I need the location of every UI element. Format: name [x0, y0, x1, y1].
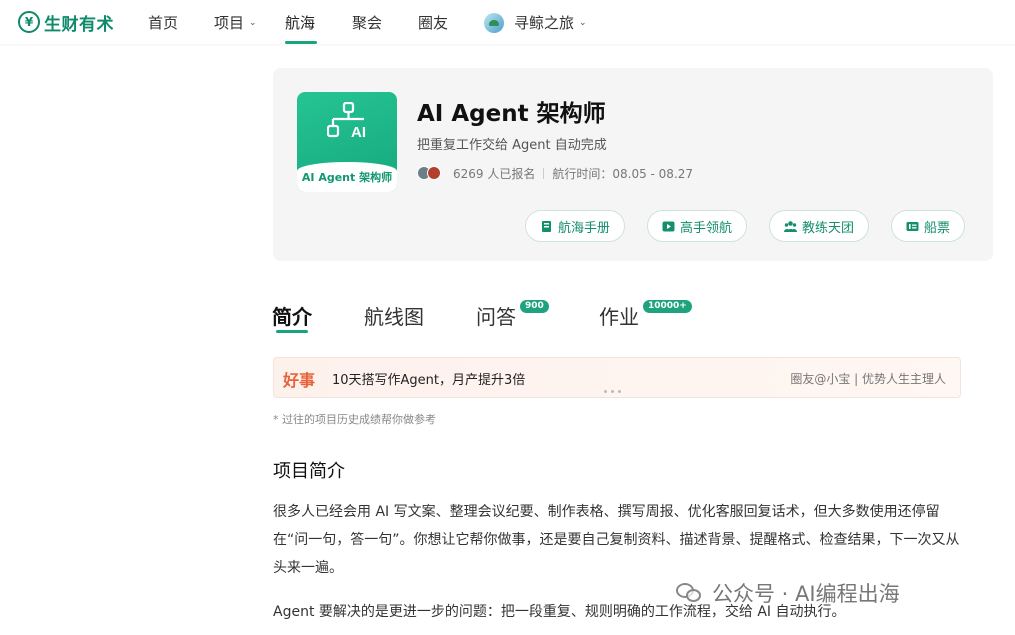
project-title: AI Agent 架构师 [417, 101, 606, 127]
coach-team-button-label: 教练天团 [802, 220, 855, 236]
avatar [427, 166, 441, 180]
tab-qa[interactable]: 问答 [476, 301, 516, 330]
watermark: 公众号 · AI编程出海 [676, 578, 900, 608]
nav-projects-label: 项目 [214, 14, 245, 32]
manual-button-label: 航海手册 [558, 220, 611, 236]
nav-home-label: 首页 [148, 14, 179, 32]
nav-home[interactable]: 首页 [148, 12, 178, 33]
cover-label-band: AI Agent 架构师 [297, 162, 397, 192]
logo-mark-icon: ¥ [18, 11, 40, 33]
expert-lead-button[interactable]: 高手领航 [647, 210, 748, 242]
watermark-text: 公众号 · AI编程出海 [712, 582, 900, 606]
cover-ai-text: AI [351, 124, 366, 141]
team-icon [784, 220, 797, 232]
nav-whale-journey-label: 寻鲸之旅 [514, 14, 575, 32]
divider [543, 167, 545, 179]
brand-name: 生财有术 [44, 14, 114, 35]
carousel-dot [618, 390, 621, 393]
nav-projects[interactable]: 项目 ⌄ [214, 12, 257, 33]
nav-meetups[interactable]: 聚会 [352, 12, 382, 33]
ticket-icon [906, 221, 919, 231]
nav-meetups-label: 聚会 [352, 14, 383, 32]
carousel-dots[interactable] [604, 390, 621, 393]
ticket-button[interactable]: 船票 [891, 210, 966, 242]
signup-count: 6269 人已报名 [453, 166, 536, 181]
avatar-stack [417, 165, 445, 181]
carousel-dot [604, 390, 607, 393]
news-tag: 好事 [283, 371, 316, 390]
history-note: * 过往的项目历史成绩帮你做参考 [273, 413, 436, 426]
chevron-down-icon: ⌄ [249, 17, 257, 28]
success-story-banner[interactable]: 好事 10天搭写作Agent，月产提升3倍 圈友@小宝 | 优势人生主理人 [273, 357, 961, 398]
nav-friends-label: 圈友 [418, 14, 449, 32]
nav-voyage[interactable]: 航海 [285, 12, 315, 33]
brand-logo[interactable]: ¥ 生财有术 [18, 9, 114, 35]
project-card: AI AI Agent 架构师 AI Agent 架构师 把重复工作交给 Age… [273, 68, 993, 261]
chevron-down-icon: ⌄ [579, 17, 587, 28]
cover-label: AI Agent 架构师 [301, 171, 393, 184]
book-icon [542, 220, 551, 232]
homework-count-badge: 10000+ [643, 300, 692, 313]
intro-paragraph: 很多人已经会用 AI 写文案、整理会议纪要、制作表格、撰写周报、优化客服回复话术… [273, 504, 960, 576]
project-cover: AI AI Agent 架构师 [297, 92, 397, 192]
coach-team-button[interactable]: 教练天团 [769, 210, 870, 242]
section-title: 项目简介 [273, 457, 345, 483]
qa-count-badge: 900 [520, 300, 549, 313]
news-text: 10天搭写作Agent，月产提升3倍 [332, 373, 526, 388]
tab-active-indicator [276, 330, 308, 333]
tab-route-map[interactable]: 航线图 [364, 301, 424, 330]
tab-homework[interactable]: 作业 [599, 301, 639, 330]
nav-active-indicator [285, 41, 317, 44]
ticket-button-label: 船票 [924, 220, 951, 236]
carousel-dot [611, 390, 614, 393]
project-meta: 6269 人已报名 航行时间：08.05 - 08.27 [417, 165, 693, 181]
expert-lead-button-label: 高手领航 [680, 220, 733, 236]
play-icon [662, 221, 675, 231]
wechat-icon [676, 581, 704, 605]
workflow-icon: AI [327, 102, 366, 141]
nav-friends[interactable]: 圈友 [418, 12, 448, 33]
top-nav: ¥ 生财有术 首页 项目 ⌄ 航海 聚会 圈友 寻鲸之旅 ⌄ [0, 0, 1015, 44]
whale-icon [484, 12, 504, 33]
sail-time: 航行时间：08.05 - 08.27 [552, 166, 694, 181]
news-author: 圈友@小宝 | 优势人生主理人 [790, 372, 946, 386]
nav-whale-journey[interactable]: 寻鲸之旅 ⌄ [484, 12, 587, 33]
project-subtitle: 把重复工作交给 Agent 自动完成 [417, 138, 607, 153]
tab-intro[interactable]: 简介 [272, 301, 312, 330]
manual-button[interactable]: 航海手册 [525, 210, 626, 242]
nav-voyage-label: 航海 [285, 14, 316, 32]
